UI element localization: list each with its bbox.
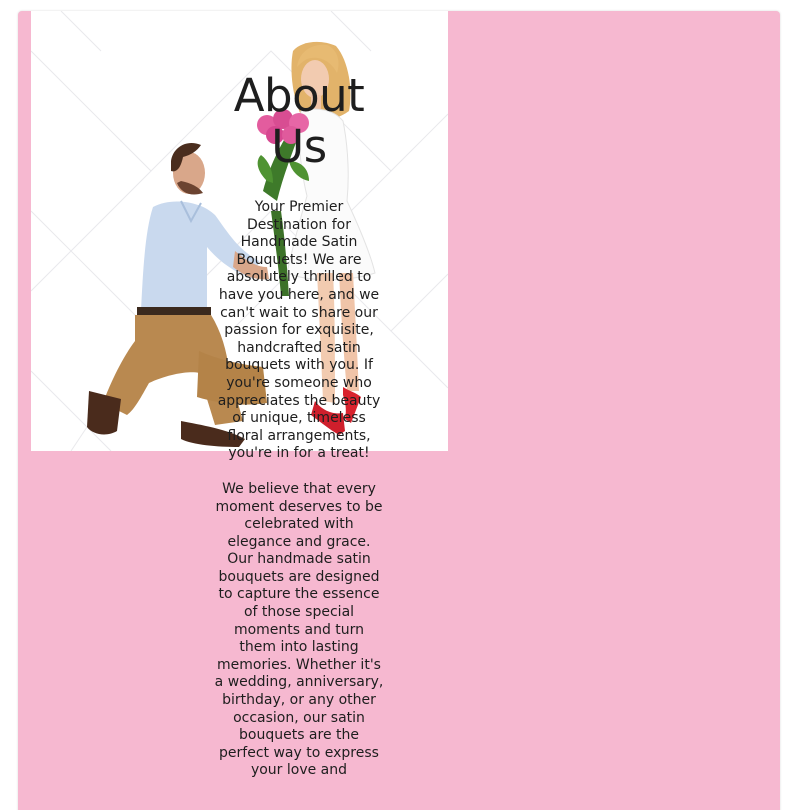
about-paragraph-2: We believe that every moment deserves to… [214, 480, 384, 779]
about-title: About Us [233, 69, 365, 173]
page: About Us Your Premier Destination for Ha… [0, 0, 797, 810]
about-paragraph-1: Your Premier Destination for Handmade Sa… [217, 199, 381, 462]
about-section: About Us Your Premier Destination for Ha… [214, 70, 384, 780]
